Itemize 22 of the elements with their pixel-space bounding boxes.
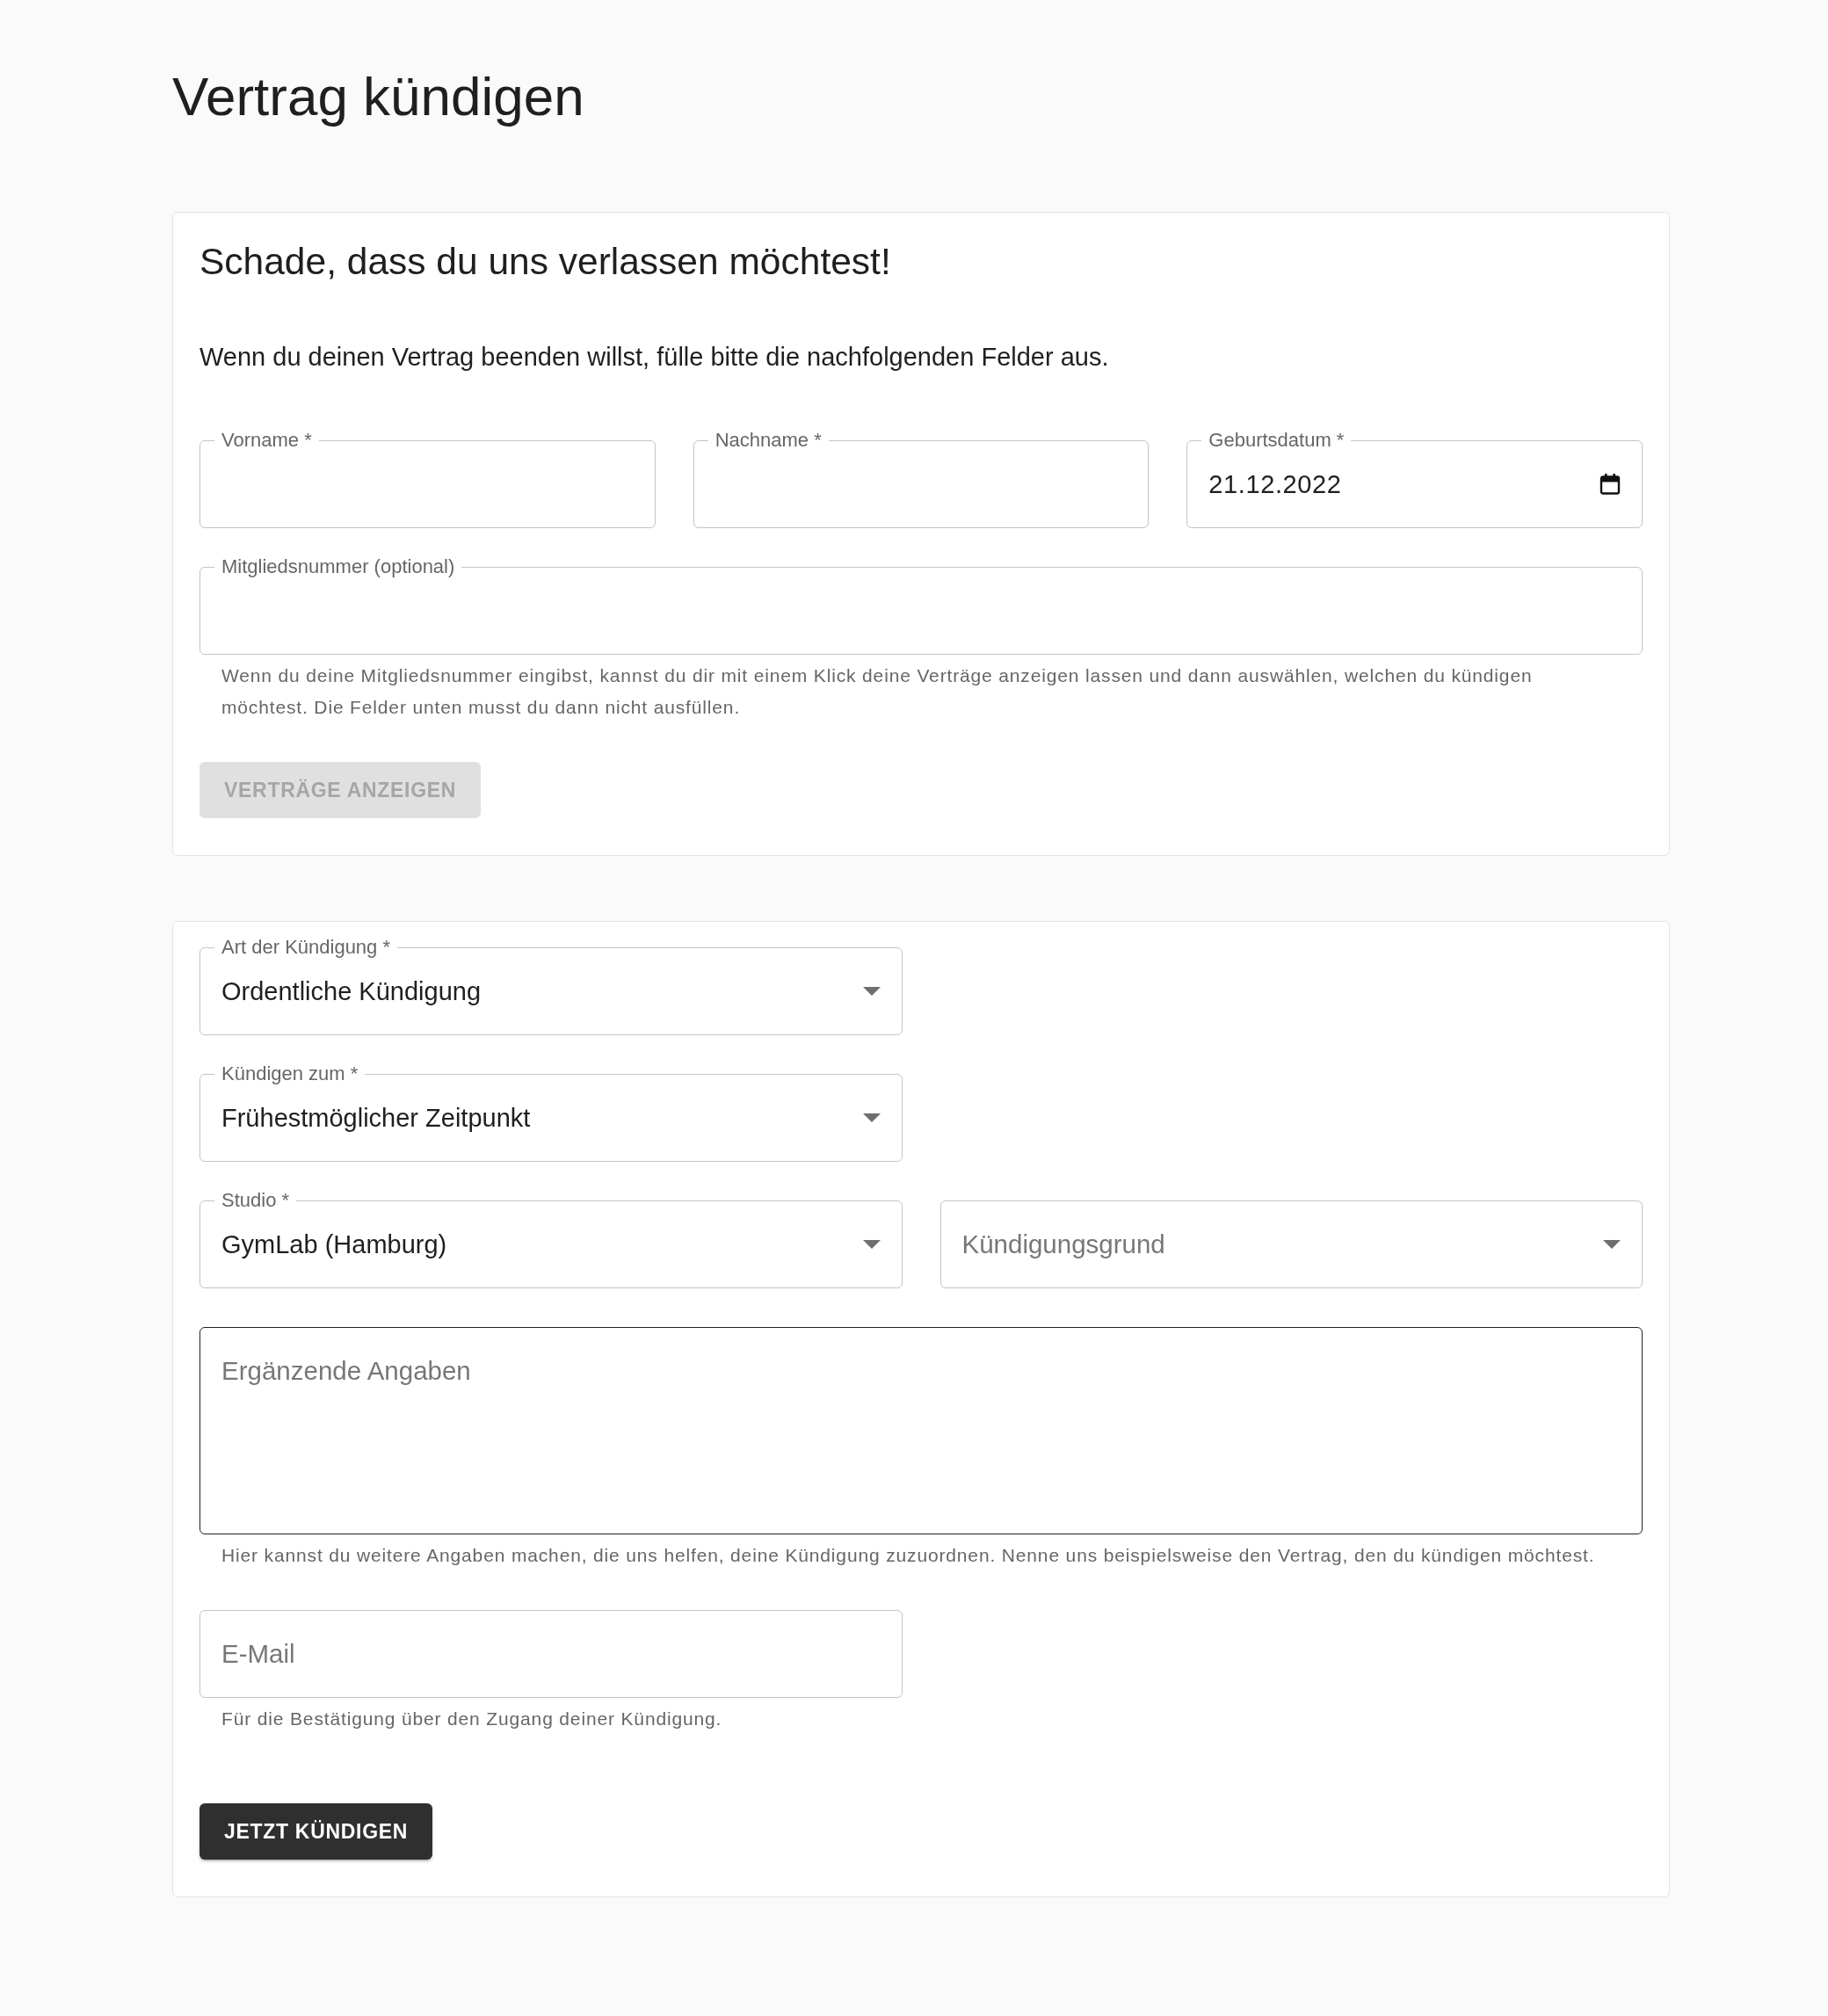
textarea-field[interactable]: Ergänzende Angaben bbox=[199, 1327, 1643, 1534]
calendar-icon[interactable] bbox=[1600, 474, 1621, 495]
caret-icon bbox=[862, 987, 881, 996]
placeholder-text: E-Mail bbox=[221, 1638, 296, 1670]
field-value: GymLab (Hamburg) bbox=[221, 1229, 448, 1260]
field-value: 21.12.2022 bbox=[1208, 469, 1343, 500]
dropdown-field[interactable]: Kündigungsgrund bbox=[939, 1200, 1643, 1288]
placeholder-text: Ergänzende Angaben bbox=[221, 1355, 472, 1387]
helper-text: Für die Bestätigung über den Zugang deiner Kündigung. bbox=[221, 1708, 723, 1730]
caret-icon bbox=[862, 1113, 881, 1122]
caret-icon bbox=[1603, 1240, 1621, 1249]
caret-icon bbox=[862, 1240, 881, 1249]
field-value: Frühestmöglicher Zeitpunkt bbox=[221, 1103, 532, 1134]
page-title: Vertrag kündigen bbox=[172, 65, 585, 128]
card-heading: Schade, dass du uns verlassen möchtest! bbox=[199, 240, 892, 284]
helper-text: Wenn du deine Mitgliedsnummer eingibst, kannst du dir mit einem Klick deine Verträge anzeigen lassen und dann auswählen, welchen du kündigen möchtest. Die Felder unten musst du dann nicht ausfüllen. bbox=[221, 664, 1534, 719]
field-value: Ordentliche Kündigung bbox=[221, 976, 482, 1007]
intro-text: Wenn du deinen Vertrag beenden willst, fülle bitte die nachfolgenden Felder aus. bbox=[199, 342, 1110, 373]
cancel-contract-button[interactable]: JETZT KÜNDIGEN bbox=[199, 1803, 433, 1860]
placeholder-text: Kündigungsgrund bbox=[961, 1229, 1166, 1260]
helper-text: Hier kannst du weitere Angaben machen, die uns helfen, deine Kündigung zuzuordnen. Nenne uns beispielsweise den Vertrag, den du kündigen möchtest. bbox=[221, 1544, 1596, 1567]
text-field[interactable]: E-Mail bbox=[199, 1610, 903, 1698]
